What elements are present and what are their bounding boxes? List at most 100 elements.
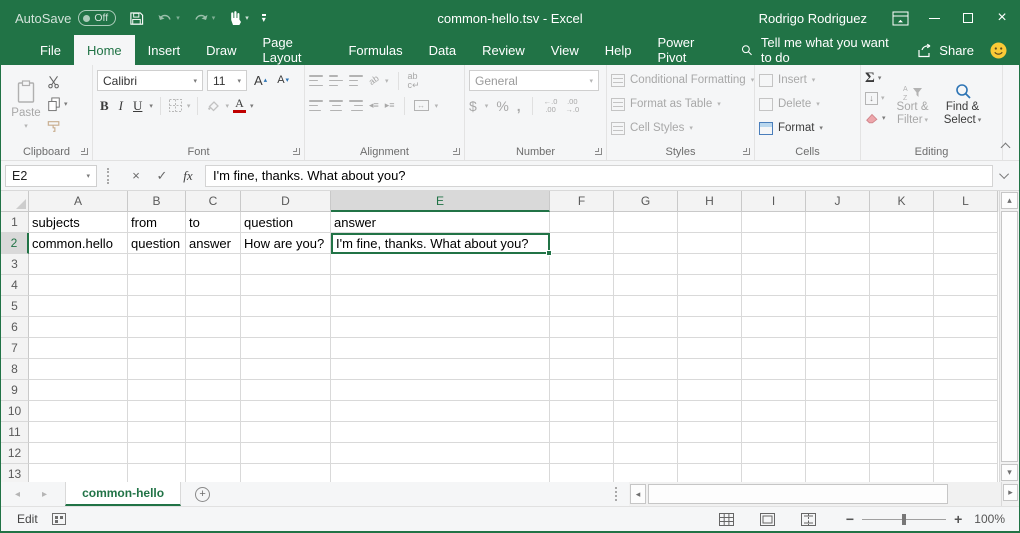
middle-align-icon[interactable] xyxy=(329,75,343,86)
cell-D11[interactable] xyxy=(241,422,331,443)
cell-D8[interactable] xyxy=(241,359,331,380)
cell-G12[interactable] xyxy=(614,443,678,464)
cell-K13[interactable] xyxy=(870,464,934,482)
cell-B8[interactable] xyxy=(128,359,186,380)
font-color-caret-icon[interactable]: ▾ xyxy=(250,102,254,110)
column-header-E[interactable]: E xyxy=(331,191,550,212)
accounting-caret-icon[interactable]: ▾ xyxy=(485,102,489,110)
number-dialog-launcher-icon[interactable] xyxy=(595,148,602,155)
cell-B10[interactable] xyxy=(128,401,186,422)
cell-J4[interactable] xyxy=(806,275,870,296)
cell-E9[interactable] xyxy=(331,380,550,401)
cell-J6[interactable] xyxy=(806,317,870,338)
cell-L13[interactable] xyxy=(934,464,998,482)
row-header-11[interactable]: 11 xyxy=(1,422,29,443)
column-header-C[interactable]: C xyxy=(186,191,241,212)
cell-B6[interactable] xyxy=(128,317,186,338)
autosave-toggle[interactable]: AutoSave Off xyxy=(15,10,116,26)
cell-H4[interactable] xyxy=(678,275,742,296)
vertical-scroll-thumb[interactable] xyxy=(1001,211,1018,462)
cell-K7[interactable] xyxy=(870,338,934,359)
expand-formula-bar-icon[interactable] xyxy=(993,172,1017,179)
cell-styles-button[interactable]: Cell Styles ▾ xyxy=(611,116,750,140)
format-painter-button[interactable] xyxy=(47,118,68,134)
tab-page-layout[interactable]: Page Layout xyxy=(250,35,336,65)
redo-button[interactable]: ▾ xyxy=(193,11,216,25)
cell-I13[interactable] xyxy=(742,464,806,482)
cell-E12[interactable] xyxy=(331,443,550,464)
cell-L5[interactable] xyxy=(934,296,998,317)
decrease-font-size-button[interactable]: A▾ xyxy=(274,74,292,87)
cell-L8[interactable] xyxy=(934,359,998,380)
cell-B3[interactable] xyxy=(128,254,186,275)
cell-B5[interactable] xyxy=(128,296,186,317)
cell-D4[interactable] xyxy=(241,275,331,296)
cell-A2[interactable]: common.hello xyxy=(29,233,128,254)
cell-G5[interactable] xyxy=(614,296,678,317)
cell-A8[interactable] xyxy=(29,359,128,380)
row-header-12[interactable]: 12 xyxy=(1,443,29,464)
cell-J3[interactable] xyxy=(806,254,870,275)
borders-icon[interactable] xyxy=(168,98,183,113)
increase-indent-icon[interactable]: ▸≡ xyxy=(385,101,395,110)
cell-L1[interactable] xyxy=(934,212,998,233)
ribbon-display-options-button[interactable] xyxy=(883,1,917,35)
cell-E1[interactable]: answer xyxy=(331,212,550,233)
cell-H3[interactable] xyxy=(678,254,742,275)
cell-C8[interactable] xyxy=(186,359,241,380)
decrease-decimal-icon[interactable]: .00 →.0 xyxy=(565,98,579,114)
autosum-button[interactable]: Σ▾ xyxy=(865,70,886,86)
cell-J10[interactable] xyxy=(806,401,870,422)
cell-J1[interactable] xyxy=(806,212,870,233)
cell-I12[interactable] xyxy=(742,443,806,464)
sheet-tab-common-hello[interactable]: common-hello xyxy=(65,482,181,506)
cell-D6[interactable] xyxy=(241,317,331,338)
cell-K4[interactable] xyxy=(870,275,934,296)
column-header-D[interactable]: D xyxy=(241,191,331,212)
formula-bar-splitter[interactable] xyxy=(107,168,117,184)
insert-cells-button[interactable]: Insert ▾ xyxy=(759,68,856,92)
column-header-I[interactable]: I xyxy=(742,191,806,212)
cell-F4[interactable] xyxy=(550,275,614,296)
customize-quick-access-toolbar-icon[interactable]: ▾ xyxy=(262,14,266,23)
find-select-button[interactable]: Find & Select▾ xyxy=(940,68,986,142)
minimize-button[interactable] xyxy=(917,1,951,35)
cell-I10[interactable] xyxy=(742,401,806,422)
cell-J9[interactable] xyxy=(806,380,870,401)
zoom-level[interactable]: 100% xyxy=(974,512,1019,526)
tab-file[interactable]: File xyxy=(27,35,74,65)
orientation-caret-icon[interactable]: ▾ xyxy=(385,77,389,85)
cell-I2[interactable] xyxy=(742,233,806,254)
cell-K6[interactable] xyxy=(870,317,934,338)
sheet-nav-next-icon[interactable]: ▸ xyxy=(42,489,47,500)
orientation-icon[interactable]: ab xyxy=(367,74,380,87)
cell-A11[interactable] xyxy=(29,422,128,443)
zoom-in-icon[interactable]: + xyxy=(954,511,962,527)
cell-D5[interactable] xyxy=(241,296,331,317)
cell-B4[interactable] xyxy=(128,275,186,296)
cell-I7[interactable] xyxy=(742,338,806,359)
cell-F9[interactable] xyxy=(550,380,614,401)
cut-button[interactable] xyxy=(47,74,68,90)
cell-F13[interactable] xyxy=(550,464,614,482)
cell-H8[interactable] xyxy=(678,359,742,380)
cell-E4[interactable] xyxy=(331,275,550,296)
name-box[interactable]: E2 ▾ xyxy=(5,165,97,187)
cell-L11[interactable] xyxy=(934,422,998,443)
cell-H13[interactable] xyxy=(678,464,742,482)
decrease-indent-icon[interactable]: ◂≡ xyxy=(369,101,379,110)
cell-G11[interactable] xyxy=(614,422,678,443)
cell-C5[interactable] xyxy=(186,296,241,317)
cell-C4[interactable] xyxy=(186,275,241,296)
conditional-formatting-button[interactable]: Conditional Formatting ▾ xyxy=(611,68,750,92)
tab-home[interactable]: Home xyxy=(74,35,135,65)
cell-D7[interactable] xyxy=(241,338,331,359)
font-name-combo[interactable]: Calibri▾ xyxy=(97,70,203,91)
cell-I1[interactable] xyxy=(742,212,806,233)
fill-color-icon[interactable] xyxy=(205,99,221,113)
scroll-down-icon[interactable]: ▾ xyxy=(1001,464,1018,481)
cell-C7[interactable] xyxy=(186,338,241,359)
select-all-corner[interactable] xyxy=(1,191,29,212)
cell-C1[interactable]: to xyxy=(186,212,241,233)
cell-G6[interactable] xyxy=(614,317,678,338)
